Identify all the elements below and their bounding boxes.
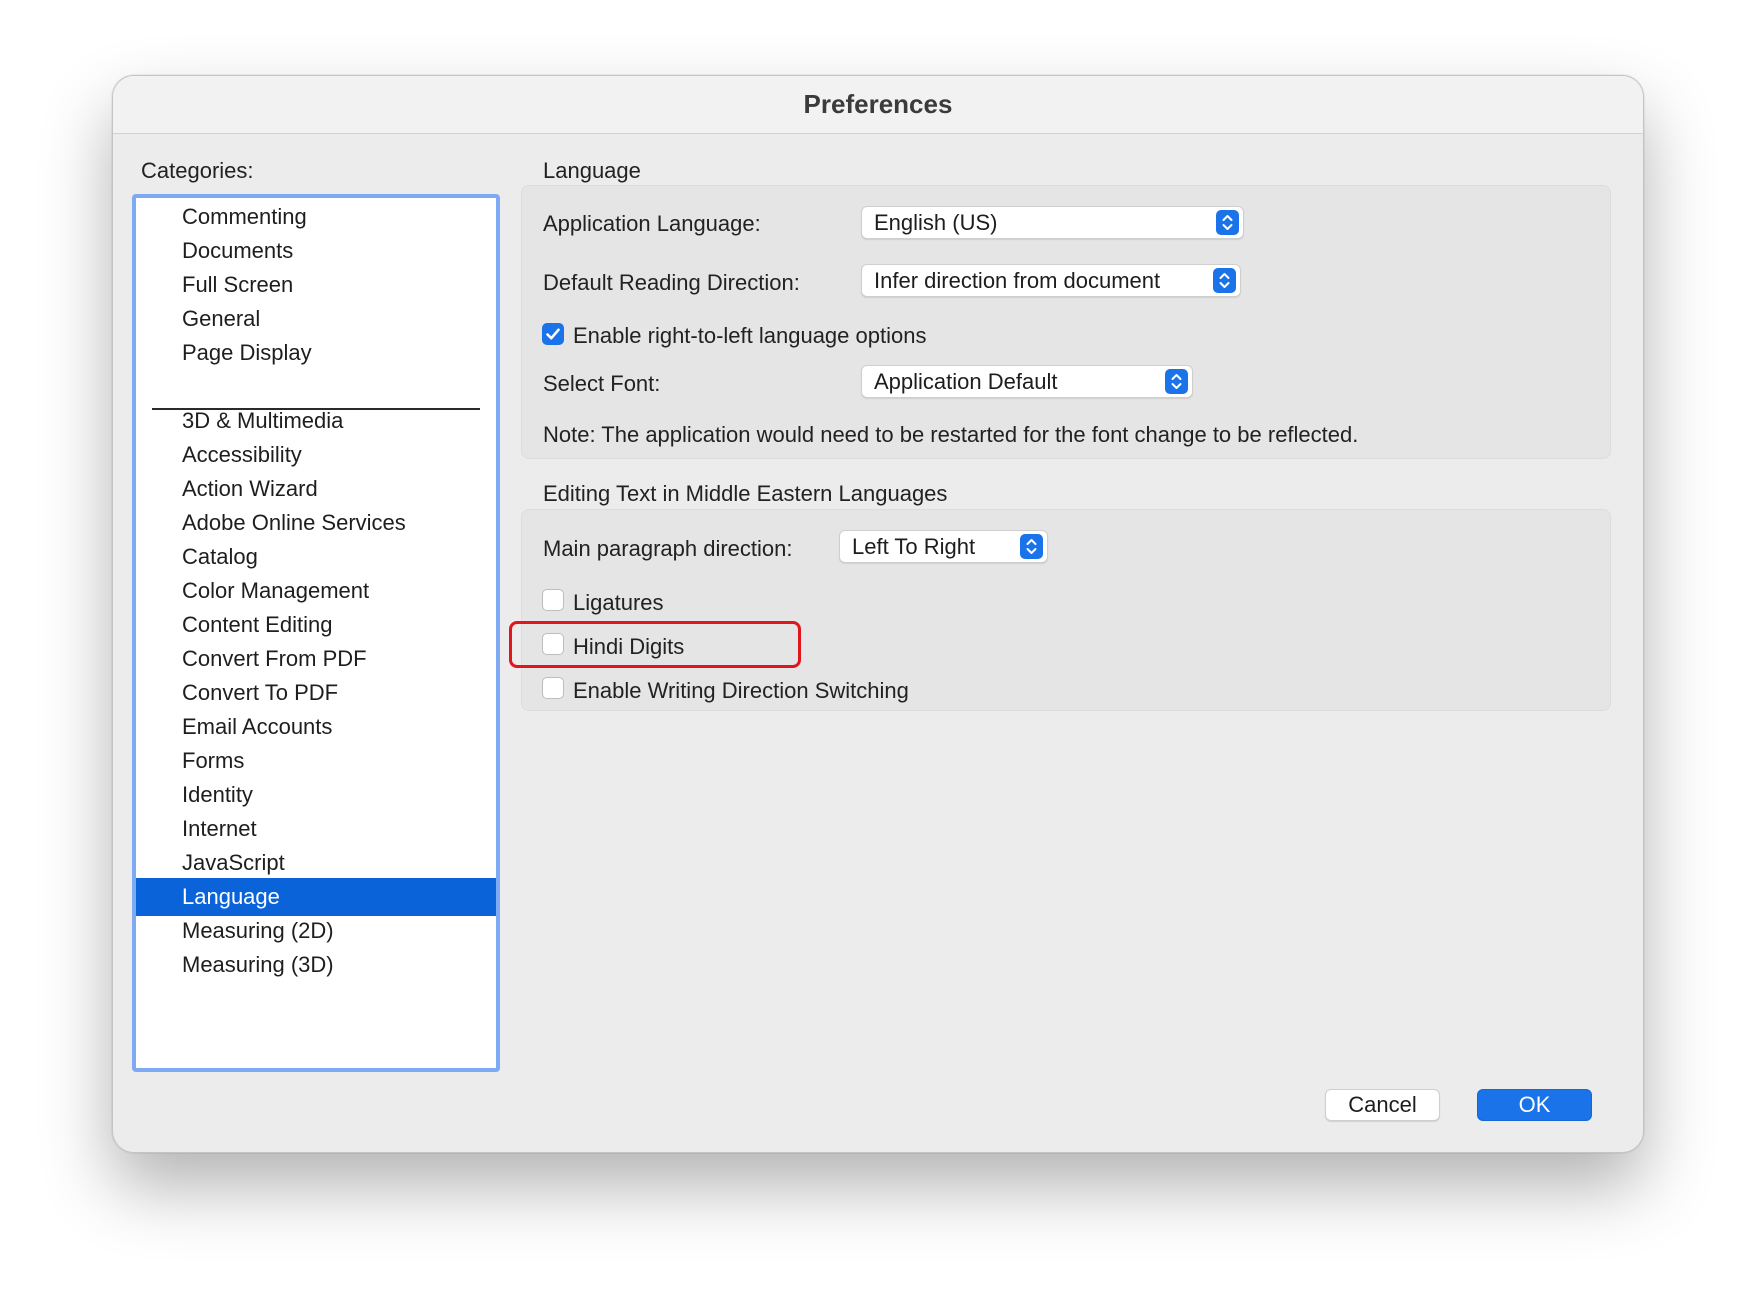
font-restart-note: Note: The application would need to be r… <box>543 422 1359 447</box>
category-item-convert-to-pdf[interactable]: Convert To PDF <box>136 674 496 712</box>
category-item-commenting[interactable]: Commenting <box>136 198 496 236</box>
category-item-content-editing[interactable]: Content Editing <box>136 606 496 644</box>
paragraph-direction-value: Left To Right <box>852 534 976 559</box>
writing-direction-switching-checkbox[interactable] <box>542 677 564 699</box>
category-item-identity[interactable]: Identity <box>136 776 496 814</box>
hindi-digits-highlight-annotation <box>509 621 801 668</box>
category-item-action-wizard[interactable]: Action Wizard <box>136 470 496 508</box>
paragraph-direction-label: Main paragraph direction: <box>543 536 793 561</box>
chevron-updown-icon <box>1020 534 1043 559</box>
checkmark-icon <box>546 328 560 340</box>
middle-eastern-section-title: Editing Text in Middle Eastern Languages <box>543 481 948 506</box>
categories-label: Categories: <box>141 158 254 183</box>
category-item-catalog[interactable]: Catalog <box>136 538 496 576</box>
application-language-value: English (US) <box>874 210 998 235</box>
category-item-adobe-online-services[interactable]: Adobe Online Services <box>136 504 496 542</box>
reading-direction-value: Infer direction from document <box>874 268 1161 293</box>
language-section-title: Language <box>543 158 641 183</box>
category-item-page-display[interactable]: Page Display <box>136 334 496 372</box>
select-font-value: Application Default <box>874 369 1058 394</box>
chevron-updown-icon <box>1213 268 1236 293</box>
preferences-window: Preferences Categories: Commenting Docum… <box>112 75 1644 1153</box>
category-item-measuring-3d[interactable]: Measuring (3D) <box>136 946 496 984</box>
select-font-select[interactable]: Application Default <box>861 365 1193 398</box>
category-item-convert-from-pdf[interactable]: Convert From PDF <box>136 640 496 678</box>
category-item-documents[interactable]: Documents <box>136 232 496 270</box>
category-item-language[interactable]: Language <box>136 878 496 916</box>
category-item-color-management[interactable]: Color Management <box>136 572 496 610</box>
writing-direction-switching-label: Enable Writing Direction Switching <box>573 678 909 703</box>
application-language-label: Application Language: <box>543 211 761 236</box>
category-item-forms[interactable]: Forms <box>136 742 496 780</box>
default-reading-direction-label: Default Reading Direction: <box>543 270 800 295</box>
cancel-button[interactable]: Cancel <box>1325 1089 1440 1121</box>
ok-button[interactable]: OK <box>1477 1089 1592 1121</box>
categories-list[interactable]: Commenting Documents Full Screen General… <box>132 194 500 1072</box>
category-item-javascript[interactable]: JavaScript <box>136 844 496 882</box>
category-item-general[interactable]: General <box>136 300 496 338</box>
paragraph-direction-select[interactable]: Left To Right <box>839 530 1048 563</box>
category-item-accessibility[interactable]: Accessibility <box>136 436 496 474</box>
application-language-select[interactable]: English (US) <box>861 206 1244 239</box>
ligatures-checkbox[interactable] <box>542 589 564 611</box>
category-item-measuring-2d[interactable]: Measuring (2D) <box>136 912 496 950</box>
window-title: Preferences <box>113 76 1643 134</box>
ligatures-label: Ligatures <box>573 590 664 615</box>
reading-direction-select[interactable]: Infer direction from document <box>861 264 1241 297</box>
category-item-full-screen[interactable]: Full Screen <box>136 266 496 304</box>
category-item-internet[interactable]: Internet <box>136 810 496 848</box>
chevron-updown-icon <box>1165 369 1188 394</box>
chevron-updown-icon <box>1216 210 1239 235</box>
rtl-options-checkbox[interactable] <box>542 323 564 345</box>
select-font-label: Select Font: <box>543 371 661 396</box>
category-item-3d-multimedia[interactable]: 3D & Multimedia <box>136 402 496 440</box>
category-item-email-accounts[interactable]: Email Accounts <box>136 708 496 746</box>
rtl-options-label: Enable right-to-left language options <box>573 323 927 348</box>
